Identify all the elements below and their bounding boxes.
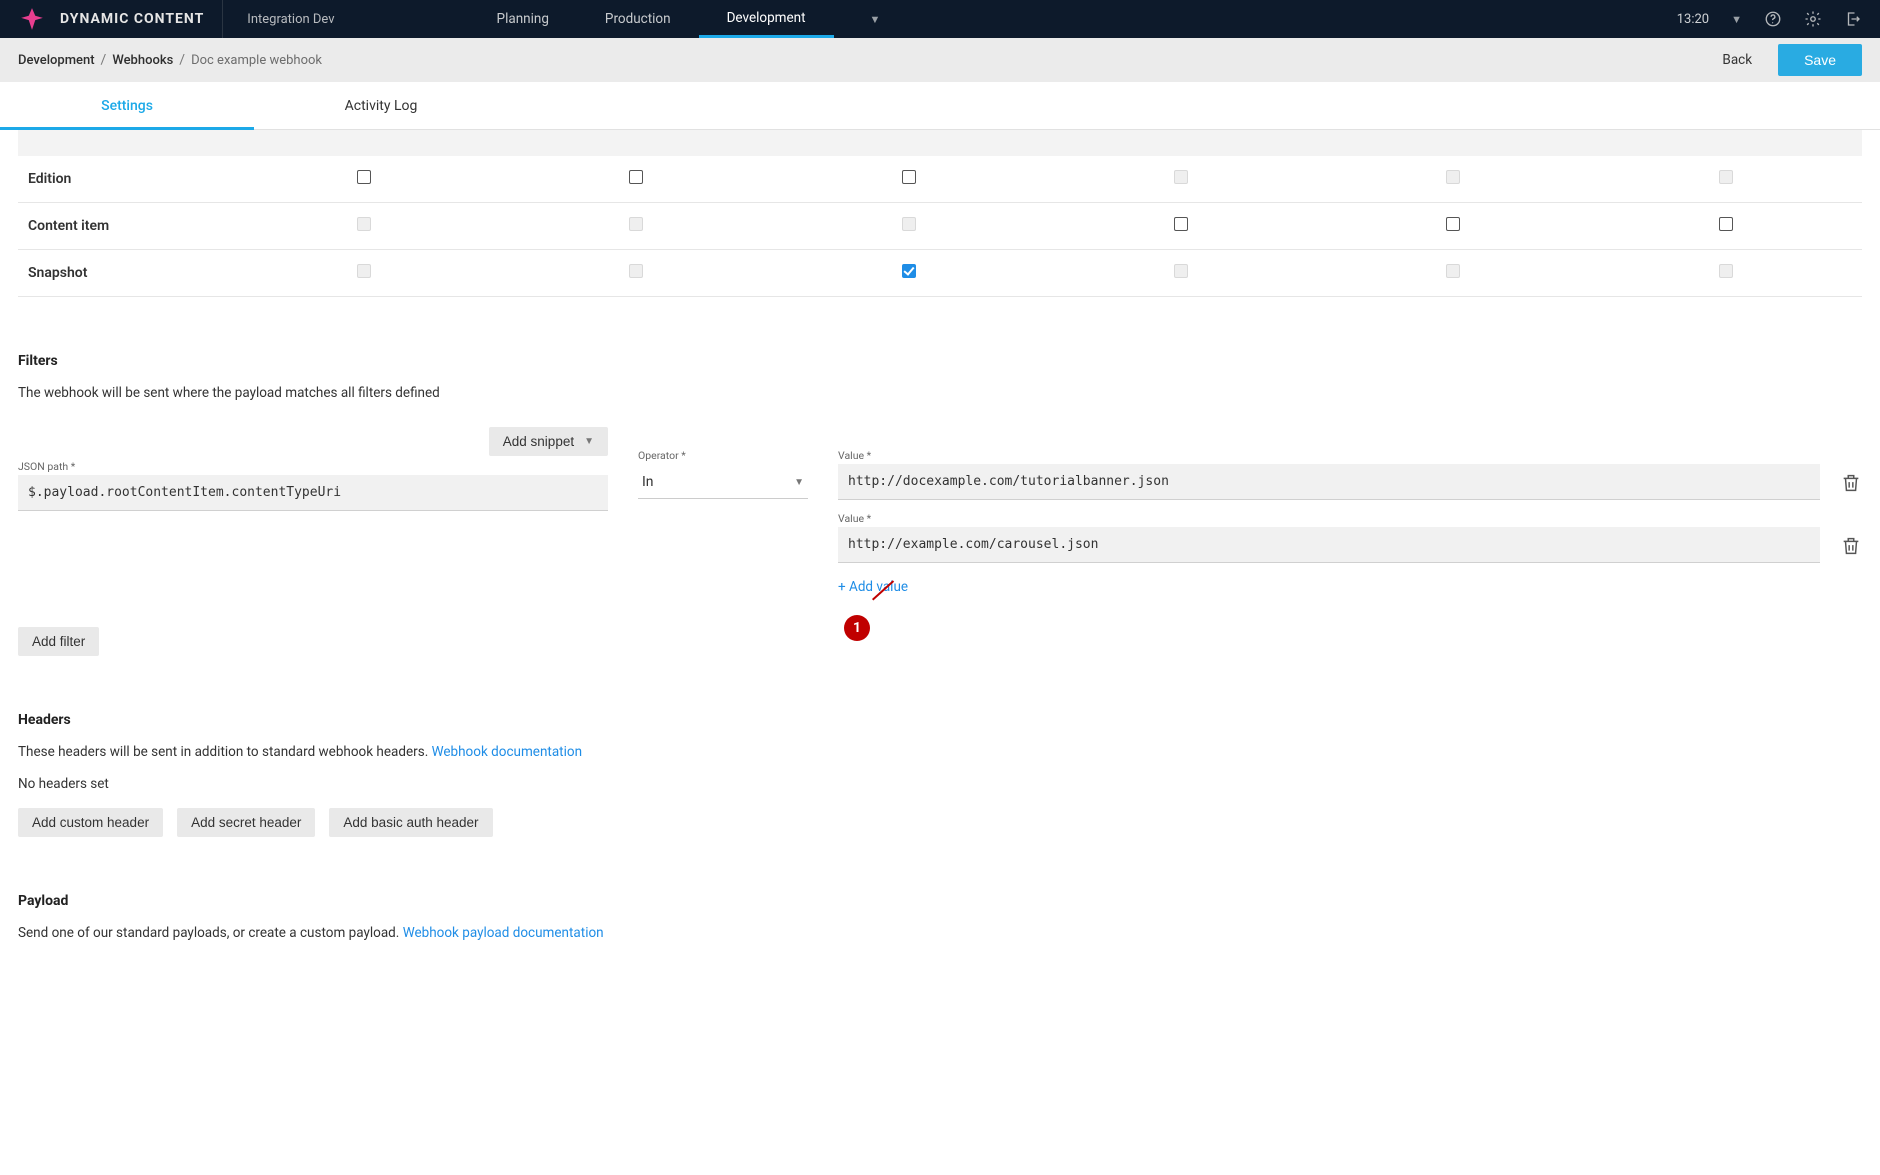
tab-settings[interactable]: Settings <box>0 82 254 129</box>
crumb-sep: / <box>101 52 107 68</box>
headers-desc: These headers will be sent in addition t… <box>18 744 1862 760</box>
logo-area: DYNAMIC CONTENT <box>0 0 223 38</box>
payload-desc: Send one of our standard payloads, or cr… <box>18 925 1862 941</box>
annotation-badge: 1 <box>844 615 870 641</box>
checkbox-disabled <box>1446 170 1460 184</box>
back-button[interactable]: Back <box>1722 52 1752 68</box>
checkbox[interactable] <box>1174 217 1188 231</box>
add-snippet-button[interactable]: Add snippet ▼ <box>489 427 608 456</box>
operator-select[interactable]: In ▼ <box>638 464 808 499</box>
value-input-2[interactable] <box>838 527 1820 563</box>
chevron-down-icon: ▼ <box>794 477 804 488</box>
value-label: Value * <box>838 449 1820 462</box>
value-input-1[interactable] <box>838 464 1820 500</box>
add-filter-button[interactable]: Add filter <box>18 627 99 656</box>
add-basic-auth-header-button[interactable]: Add basic auth header <box>329 808 492 837</box>
crumb-webhooks[interactable]: Webhooks <box>112 53 173 68</box>
crumb-sep: / <box>179 52 185 68</box>
trigger-row-content-item: Content item <box>18 203 1862 250</box>
trash-icon[interactable] <box>1840 535 1862 557</box>
tab-activity-log[interactable]: Activity Log <box>254 82 508 129</box>
trigger-table: ...... Edition Content item Snapshot <box>18 130 1862 297</box>
checkbox-disabled <box>629 217 643 231</box>
checkbox-disabled <box>1719 264 1733 278</box>
payload-desc-text: Send one of our standard payloads, or cr… <box>18 925 403 941</box>
add-value-link[interactable]: + Add value <box>838 579 908 595</box>
row-label: Content item <box>18 203 228 250</box>
clock-time: 13:20 <box>1677 12 1709 27</box>
filter-block: Add snippet ▼ JSON path * Operator * In … <box>18 427 1862 595</box>
crumb-dev[interactable]: Development <box>18 53 95 68</box>
chevron-down-icon: ▼ <box>584 436 594 447</box>
add-snippet-label: Add snippet <box>503 434 574 449</box>
filter-json-col: Add snippet ▼ JSON path * <box>18 427 608 511</box>
top-right: 13:20 ▼ <box>1677 10 1880 28</box>
trigger-head-row: ...... <box>18 130 1862 156</box>
checkbox[interactable] <box>902 170 916 184</box>
checkbox-disabled <box>902 217 916 231</box>
checkbox[interactable] <box>629 170 643 184</box>
chevron-down-icon: ▼ <box>870 13 881 26</box>
filter-op-col: Operator * In ▼ <box>638 449 808 499</box>
filters-title: Filters <box>18 353 1862 369</box>
checkbox-checked[interactable] <box>902 264 916 278</box>
filter-value-col: Value * Value * + Add value 1 <box>838 449 1862 595</box>
checkbox-disabled <box>1174 264 1188 278</box>
webhook-doc-link[interactable]: Webhook documentation <box>432 744 582 760</box>
sub-tabs: Settings Activity Log <box>0 82 1880 130</box>
main-nav: Planning Production Development ▼ <box>469 0 895 38</box>
checkbox[interactable] <box>357 170 371 184</box>
value-row: Value * <box>838 512 1862 563</box>
operator-label: Operator * <box>638 449 808 462</box>
nav-more[interactable]: ▼ <box>834 0 895 38</box>
payload-title: Payload <box>18 893 1862 909</box>
gear-icon[interactable] <box>1804 10 1822 28</box>
value-row: Value * <box>838 449 1862 500</box>
json-path-label: JSON path * <box>18 460 608 473</box>
checkbox-disabled <box>629 264 643 278</box>
checkbox[interactable] <box>1719 217 1733 231</box>
json-path-input[interactable] <box>18 475 608 511</box>
checkbox-disabled <box>357 217 371 231</box>
content: ...... Edition Content item Snapshot <box>0 130 1880 1001</box>
trigger-row-edition: Edition <box>18 156 1862 203</box>
top-header: DYNAMIC CONTENT Integration Dev Planning… <box>0 0 1880 38</box>
no-headers-text: No headers set <box>18 776 1862 792</box>
value-label: Value * <box>838 512 1820 525</box>
headers-desc-text: These headers will be sent in addition t… <box>18 744 432 760</box>
trash-icon[interactable] <box>1840 472 1862 494</box>
checkbox-disabled <box>357 264 371 278</box>
hub-name[interactable]: Integration Dev <box>223 12 358 27</box>
logout-icon[interactable] <box>1844 10 1862 28</box>
checkbox-disabled <box>1174 170 1188 184</box>
operator-value: In <box>642 474 654 490</box>
crumb-current: Doc example webhook <box>191 53 322 68</box>
checkbox-disabled <box>1719 170 1733 184</box>
brand-text: DYNAMIC CONTENT <box>60 11 204 27</box>
nav-planning[interactable]: Planning <box>469 0 577 38</box>
brand-logo-icon <box>18 5 46 33</box>
nav-development[interactable]: Development <box>699 0 834 38</box>
row-label: Edition <box>18 156 228 203</box>
add-custom-header-button[interactable]: Add custom header <box>18 808 163 837</box>
add-secret-header-button[interactable]: Add secret header <box>177 808 315 837</box>
help-icon[interactable] <box>1764 10 1782 28</box>
payload-doc-link[interactable]: Webhook payload documentation <box>403 925 604 941</box>
checkbox-disabled <box>1446 264 1460 278</box>
checkbox[interactable] <box>1446 217 1460 231</box>
trigger-row-snapshot: Snapshot <box>18 250 1862 297</box>
filters-desc: The webhook will be sent where the paylo… <box>18 385 1862 401</box>
breadcrumb-bar: Development / Webhooks / Doc example web… <box>0 38 1880 82</box>
save-button[interactable]: Save <box>1778 44 1862 76</box>
row-label: Snapshot <box>18 250 228 297</box>
headers-title: Headers <box>18 712 1862 728</box>
chevron-down-icon[interactable]: ▼ <box>1731 13 1742 26</box>
nav-production[interactable]: Production <box>577 0 699 38</box>
